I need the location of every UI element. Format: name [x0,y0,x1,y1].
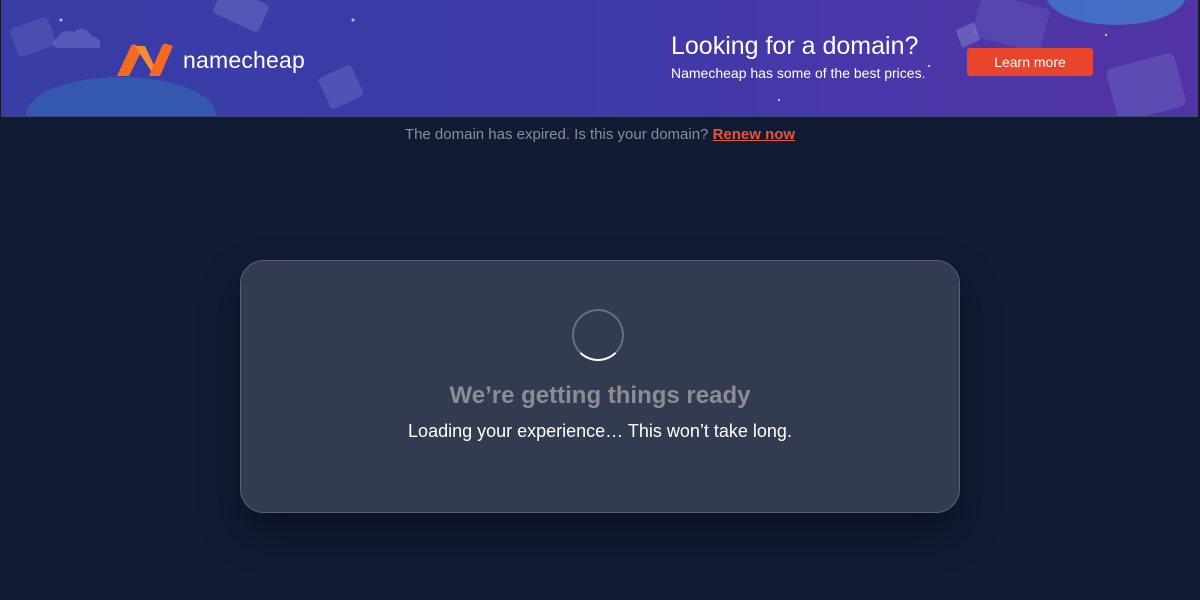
domain-expired-notice: The domain has expired. Is this your dom… [0,126,1200,143]
promo-subtitle: Namecheap has some of the best prices. [671,65,926,81]
loading-subtitle: Loading your experience… This won’t take… [408,421,792,441]
loading-card: We’re getting things ready Loading your … [240,260,960,513]
expired-message: The domain has expired. Is this your dom… [404,126,709,143]
promo-title: Looking for a domain? [671,32,919,60]
namecheap-logo[interactable]: namecheap [115,42,305,78]
loading-spinner-icon [572,309,624,361]
namecheap-mark-icon [117,43,173,76]
renew-now-link[interactable]: Renew now [713,126,796,143]
promo-banner[interactable]: namecheap Looking for a domain? Namechea… [1,0,1198,117]
brand-name: namecheap [183,46,305,73]
learn-more-button[interactable]: Learn more [967,48,1093,76]
promo-text: Looking for a domain? Namecheap has some… [671,31,925,83]
loading-title: We’re getting things ready [449,382,751,409]
